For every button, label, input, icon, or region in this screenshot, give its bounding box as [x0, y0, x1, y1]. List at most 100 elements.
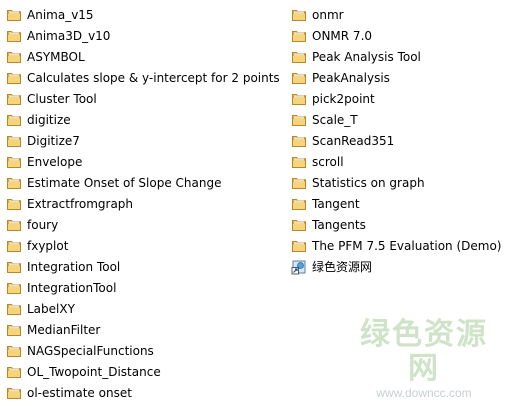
folder-icon	[291, 7, 307, 23]
folder-item[interactable]: digitize	[6, 109, 288, 130]
folder-item-label: ScanRead351	[312, 133, 395, 148]
folder-item-label: Calculates slope & y-intercept for 2 poi…	[27, 70, 280, 85]
folder-item[interactable]: PeakAnalysis	[291, 67, 501, 88]
folder-item[interactable]: OL_Twopoint_Distance	[6, 361, 288, 382]
folder-icon	[6, 301, 22, 317]
folder-item-label: OL_Twopoint_Distance	[27, 364, 161, 379]
folder-item[interactable]: Cluster Tool	[6, 88, 288, 109]
folder-item-label: digitize	[27, 112, 71, 127]
folder-item-label: The PFM 7.5 Evaluation (Demo)	[312, 238, 502, 253]
folder-item-label: Anima_v15	[27, 7, 94, 22]
folder-item-label: ASYMBOL	[27, 49, 85, 64]
folder-item[interactable]: Anima3D_v10	[6, 25, 288, 46]
folder-item[interactable]: ONMR 7.0	[291, 25, 501, 46]
folder-icon	[291, 49, 307, 65]
folder-icon	[6, 385, 22, 401]
folder-icon	[291, 112, 307, 128]
folder-item-label: MedianFilter	[27, 322, 101, 337]
folder-item-label: Digitize7	[27, 133, 80, 148]
folder-item-label: onmr	[312, 7, 344, 22]
folder-item-label: Anima3D_v10	[27, 28, 111, 43]
folder-item[interactable]: NAGSpecialFunctions	[6, 340, 288, 361]
folder-item[interactable]: Anima_v15	[6, 4, 288, 25]
folder-item-label: IntegrationTool	[27, 280, 117, 295]
folder-item-label: fxyplot	[27, 238, 69, 253]
folder-item[interactable]: scroll	[291, 151, 501, 172]
folder-item[interactable]: Calculates slope & y-intercept for 2 poi…	[6, 67, 288, 88]
folder-item[interactable]: Tangents	[291, 214, 501, 235]
folder-item-label: Cluster Tool	[27, 91, 97, 106]
folder-icon	[6, 154, 22, 170]
folder-item[interactable]: Estimate Onset of Slope Change	[6, 172, 288, 193]
folder-icon	[6, 238, 22, 254]
folder-icon	[6, 196, 22, 212]
folder-item[interactable]: Extractfromgraph	[6, 193, 288, 214]
folder-item-label: scroll	[312, 154, 344, 169]
folder-icon	[6, 364, 22, 380]
watermark-url: www.downcc.com	[376, 386, 472, 400]
folder-item[interactable]: ScanRead351	[291, 130, 501, 151]
folder-item-label: Envelope	[27, 154, 83, 169]
folder-item-label: Scale_T	[312, 112, 358, 127]
folder-icon	[291, 70, 307, 86]
folder-item-label: Integration Tool	[27, 259, 121, 274]
folder-item[interactable]: IntegrationTool	[6, 277, 288, 298]
folder-item-label: ONMR 7.0	[312, 28, 373, 43]
folder-item[interactable]: The PFM 7.5 Evaluation (Demo)	[291, 235, 502, 256]
folder-item[interactable]: Tangent	[291, 193, 501, 214]
folder-icon	[291, 175, 307, 191]
folder-item[interactable]: pick2point	[291, 88, 501, 109]
folder-icon	[291, 196, 307, 212]
folder-icon	[291, 133, 307, 149]
folder-item[interactable]: ol-estimate onset	[6, 382, 288, 403]
folder-item-label: Peak Analysis Tool	[312, 49, 421, 64]
folder-item[interactable]: fxyplot	[6, 235, 288, 256]
folder-item[interactable]: onmr	[291, 4, 501, 25]
folder-item[interactable]: Integration Tool	[6, 256, 288, 277]
folder-icon	[6, 7, 22, 23]
folder-icon	[291, 238, 307, 254]
folder-item-label: PeakAnalysis	[312, 70, 390, 85]
folder-item[interactable]: Peak Analysis Tool	[291, 46, 501, 67]
folder-list-right: onmr ONMR 7.0 Peak Analysis Tool PeakAnalys…	[291, 4, 502, 277]
folder-list-left: Anima_v15 Anima3D_v10 ASYMBOL Calculates sl…	[6, 4, 288, 403]
folder-item-label: pick2point	[312, 91, 375, 106]
folder-item[interactable]: ASYMBOL	[6, 46, 288, 67]
folder-item[interactable]: foury	[6, 214, 288, 235]
internet-shortcut-icon	[291, 259, 307, 275]
folder-item[interactable]: LabelXY	[6, 298, 288, 319]
folder-icon	[6, 322, 22, 338]
folder-icon	[6, 28, 22, 44]
folder-item-label: NAGSpecialFunctions	[27, 343, 154, 358]
folder-item-label: Tangents	[312, 217, 366, 232]
folder-icon	[6, 259, 22, 275]
folder-item[interactable]: Digitize7	[6, 130, 288, 151]
folder-icon	[6, 280, 22, 296]
folder-item-label: Estimate Onset of Slope Change	[27, 175, 222, 190]
folder-icon	[6, 175, 22, 191]
folder-icon	[6, 343, 22, 359]
folder-item-label: ol-estimate onset	[27, 385, 132, 400]
folder-icon	[6, 112, 22, 128]
watermark-name: 绿色资源网	[360, 317, 488, 386]
folder-item[interactable]: Statistics on graph	[291, 172, 501, 193]
folder-item-label: foury	[27, 217, 59, 232]
folder-item-label: 绿色资源网	[312, 259, 373, 274]
folder-icon	[291, 91, 307, 107]
folder-icon	[6, 70, 22, 86]
folder-item-label: LabelXY	[27, 301, 75, 316]
folder-icon	[6, 133, 22, 149]
folder-item[interactable]: Envelope	[6, 151, 288, 172]
folder-item-label: Tangent	[312, 196, 360, 211]
folder-icon	[6, 217, 22, 233]
folder-item[interactable]: Scale_T	[291, 109, 501, 130]
folder-icon	[291, 154, 307, 170]
folder-icon	[6, 49, 22, 65]
folder-icon	[291, 28, 307, 44]
folder-item[interactable]: MedianFilter	[6, 319, 288, 340]
folder-icon	[291, 217, 307, 233]
site-watermark: 绿色资源网 www.downcc.com	[354, 317, 494, 401]
shortcut-item[interactable]: 绿色资源网	[291, 256, 501, 277]
folder-item-label: Statistics on graph	[312, 175, 425, 190]
folder-item-label: Extractfromgraph	[27, 196, 134, 211]
